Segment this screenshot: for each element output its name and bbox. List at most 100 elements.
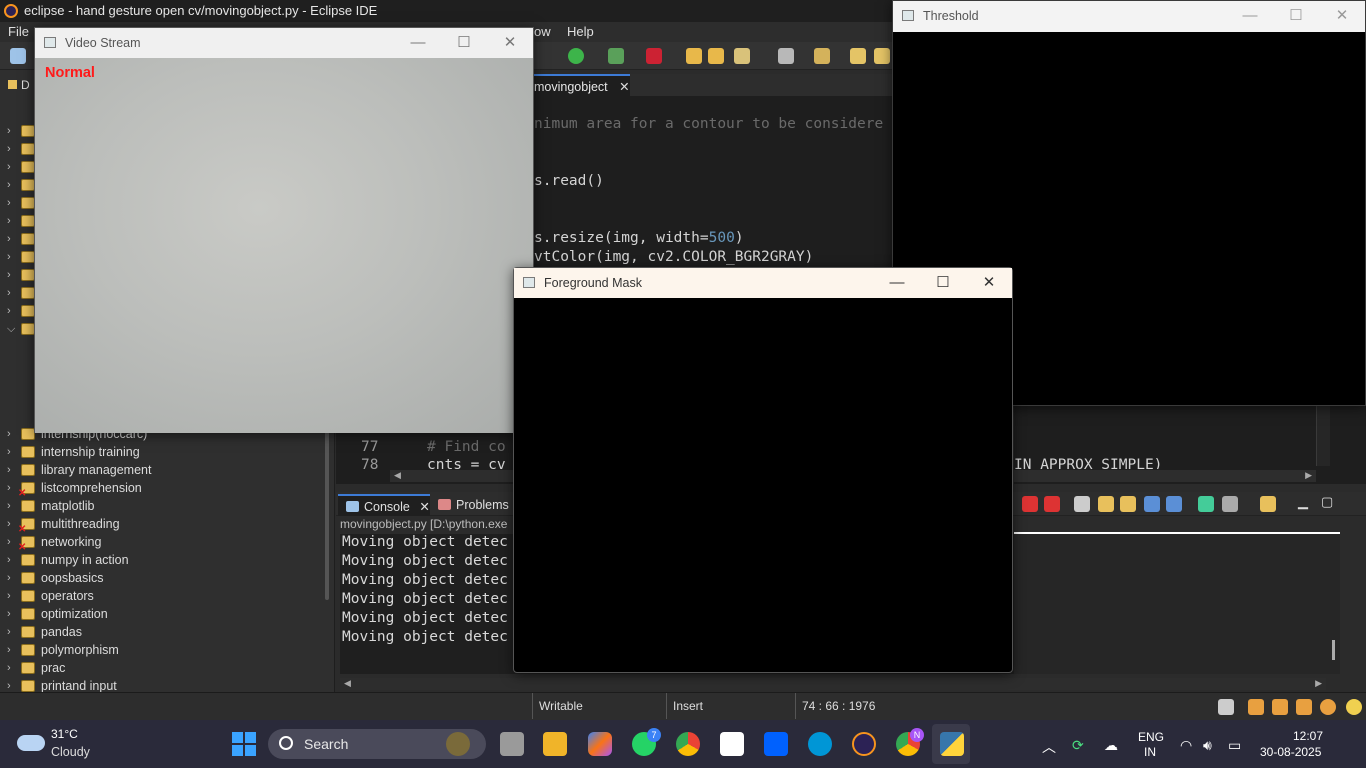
prev-annotation-icon[interactable] xyxy=(814,48,830,64)
weather-description[interactable]: Cloudy xyxy=(51,745,90,759)
volume-icon[interactable]: 🔊︎ xyxy=(1203,737,1212,754)
chevron-right-icon[interactable]: › xyxy=(7,248,11,266)
eclipse-taskbar-icon[interactable] xyxy=(852,732,876,756)
close-console-icon[interactable]: ✕ xyxy=(419,500,429,514)
close-icon[interactable]: ✕ xyxy=(1319,1,1365,31)
new-console-icon[interactable] xyxy=(1260,496,1276,512)
clock-date[interactable]: 30-08-2025 xyxy=(1260,745,1321,759)
minimize-icon[interactable]: — xyxy=(874,268,920,298)
maximize-icon[interactable]: ☐ xyxy=(441,28,487,58)
chevron-right-icon[interactable]: › xyxy=(7,461,11,479)
close-tab-icon[interactable]: ✕ xyxy=(619,80,629,94)
weather-cloud-icon[interactable] xyxy=(17,735,45,751)
explorer-project-row[interactable]: › oopsbasics xyxy=(0,569,330,587)
explorer-project-row[interactable]: › numpy in action xyxy=(0,551,330,569)
status-tool-icon[interactable] xyxy=(1218,699,1234,715)
forward-arrow-icon[interactable] xyxy=(874,48,890,64)
chevron-right-icon[interactable]: › xyxy=(7,266,11,284)
explorer-project-row[interactable]: › networking xyxy=(0,533,330,557)
maximize-icon[interactable]: ☐ xyxy=(920,268,966,298)
chevron-right-icon[interactable]: › xyxy=(7,569,11,587)
open-folder-icon[interactable] xyxy=(686,48,702,64)
editor-tab-movingobject[interactable]: movingobject ✕ xyxy=(530,74,630,96)
chevron-right-icon[interactable]: › xyxy=(7,623,11,641)
scroll-left-icon[interactable]: ◀ xyxy=(394,470,401,481)
status-tip-icon[interactable] xyxy=(1346,699,1362,715)
wifi-icon[interactable]: ◠ xyxy=(1180,737,1192,754)
clear-console-icon[interactable] xyxy=(1074,496,1090,512)
clock-time[interactable]: 12:07 xyxy=(1293,729,1323,743)
threshold-titlebar[interactable]: Threshold — ☐ ✕ xyxy=(893,1,1365,32)
show-on-error-icon[interactable] xyxy=(1166,496,1182,512)
word-wrap-icon[interactable] xyxy=(1120,496,1136,512)
display-console-icon[interactable] xyxy=(1222,496,1238,512)
scroll-right-icon[interactable]: ▶ xyxy=(1305,470,1312,481)
console-tab[interactable]: Console ✕ xyxy=(338,494,430,516)
chevron-down-icon[interactable]: ⌵ xyxy=(7,320,15,338)
chevron-right-icon[interactable]: › xyxy=(7,551,11,569)
store-icon[interactable] xyxy=(720,732,744,756)
run-config-icon[interactable] xyxy=(608,48,624,64)
start-button[interactable] xyxy=(232,732,256,756)
weather-temperature[interactable]: 31°C xyxy=(51,727,78,741)
foreground-mask-titlebar[interactable]: Foreground Mask — ☐ ✕ xyxy=(514,268,1012,298)
chevron-right-icon[interactable]: › xyxy=(7,641,11,659)
explorer-project-row[interactable]: › polymorphism xyxy=(0,641,330,659)
status-book-icon[interactable] xyxy=(1248,699,1264,715)
status-hat-icon[interactable] xyxy=(1272,699,1288,715)
brush-icon[interactable] xyxy=(734,48,750,64)
task-view-icon[interactable] xyxy=(500,732,524,756)
chevron-right-icon[interactable]: › xyxy=(7,443,11,461)
battery-icon[interactable]: ▭ xyxy=(1228,737,1241,754)
video-stream-titlebar[interactable]: Video Stream — ☐ ✕ xyxy=(35,28,533,58)
editor-vscroll[interactable] xyxy=(1316,406,1330,466)
scroll-left-icon[interactable]: ◀ xyxy=(344,678,351,689)
explorer-project-row[interactable]: › optimization xyxy=(0,605,330,623)
pin-console-icon[interactable] xyxy=(1198,496,1214,512)
chevron-right-icon[interactable]: › xyxy=(7,176,11,194)
annotation-icon[interactable] xyxy=(778,48,794,64)
scroll-lock-icon[interactable] xyxy=(1098,496,1114,512)
explorer-project-row[interactable]: › operators xyxy=(0,587,330,605)
video-stream-window[interactable]: Video Stream — ☐ ✕ Normal xyxy=(34,27,534,433)
console-hscroll[interactable]: ◀ ▶ xyxy=(340,678,1326,690)
chevron-right-icon[interactable]: › xyxy=(7,302,11,320)
chevron-right-icon[interactable]: › xyxy=(7,158,11,176)
dropbox-icon[interactable] xyxy=(764,732,788,756)
new-file-icon[interactable] xyxy=(10,48,26,64)
run-icon[interactable] xyxy=(568,48,584,64)
chevron-right-icon[interactable]: › xyxy=(7,230,11,248)
chevron-right-icon[interactable]: › xyxy=(7,587,11,605)
status-globe-icon[interactable] xyxy=(1320,699,1336,715)
maximize-view-icon[interactable]: ▢ xyxy=(1321,494,1333,510)
show-on-output-icon[interactable] xyxy=(1144,496,1160,512)
chrome-icon[interactable] xyxy=(676,732,700,756)
status-pencil-icon[interactable] xyxy=(1296,699,1312,715)
remove-launches-icon[interactable] xyxy=(1044,496,1060,512)
chevron-right-icon[interactable]: › xyxy=(7,533,11,551)
chevron-right-icon[interactable]: › xyxy=(7,194,11,212)
hp-icon[interactable] xyxy=(808,732,832,756)
chevron-right-icon[interactable]: › xyxy=(7,425,11,443)
tray-sync-icon[interactable]: ⟳ xyxy=(1072,737,1084,754)
explorer-project-row[interactable]: › prac xyxy=(0,659,330,677)
explorer-project-row[interactable]: › listcomprehension xyxy=(0,479,330,503)
chevron-right-icon[interactable]: › xyxy=(7,140,11,158)
copilot-icon[interactable] xyxy=(588,732,612,756)
explorer-project-row[interactable]: › library management xyxy=(0,461,330,479)
search-highlight-icon[interactable] xyxy=(446,732,470,756)
close-icon[interactable]: ✕ xyxy=(487,28,533,58)
python-icon[interactable] xyxy=(940,732,964,756)
scroll-right-icon[interactable]: ▶ xyxy=(1315,678,1322,689)
back-arrow-icon[interactable] xyxy=(850,48,866,64)
chevron-right-icon[interactable]: › xyxy=(7,605,11,623)
chevron-right-icon[interactable]: › xyxy=(7,497,11,515)
chevron-right-icon[interactable]: › xyxy=(7,212,11,230)
chevron-right-icon[interactable]: › xyxy=(7,479,11,497)
explorer-project-row[interactable]: › multithreading xyxy=(0,515,330,539)
explorer-project-row[interactable]: › pandas xyxy=(0,623,330,641)
explorer-project-row[interactable]: › internship training xyxy=(0,443,330,461)
language-indicator[interactable]: ENG xyxy=(1138,730,1164,744)
minimize-icon[interactable]: — xyxy=(395,28,441,58)
menu-file[interactable]: File xyxy=(8,22,29,42)
